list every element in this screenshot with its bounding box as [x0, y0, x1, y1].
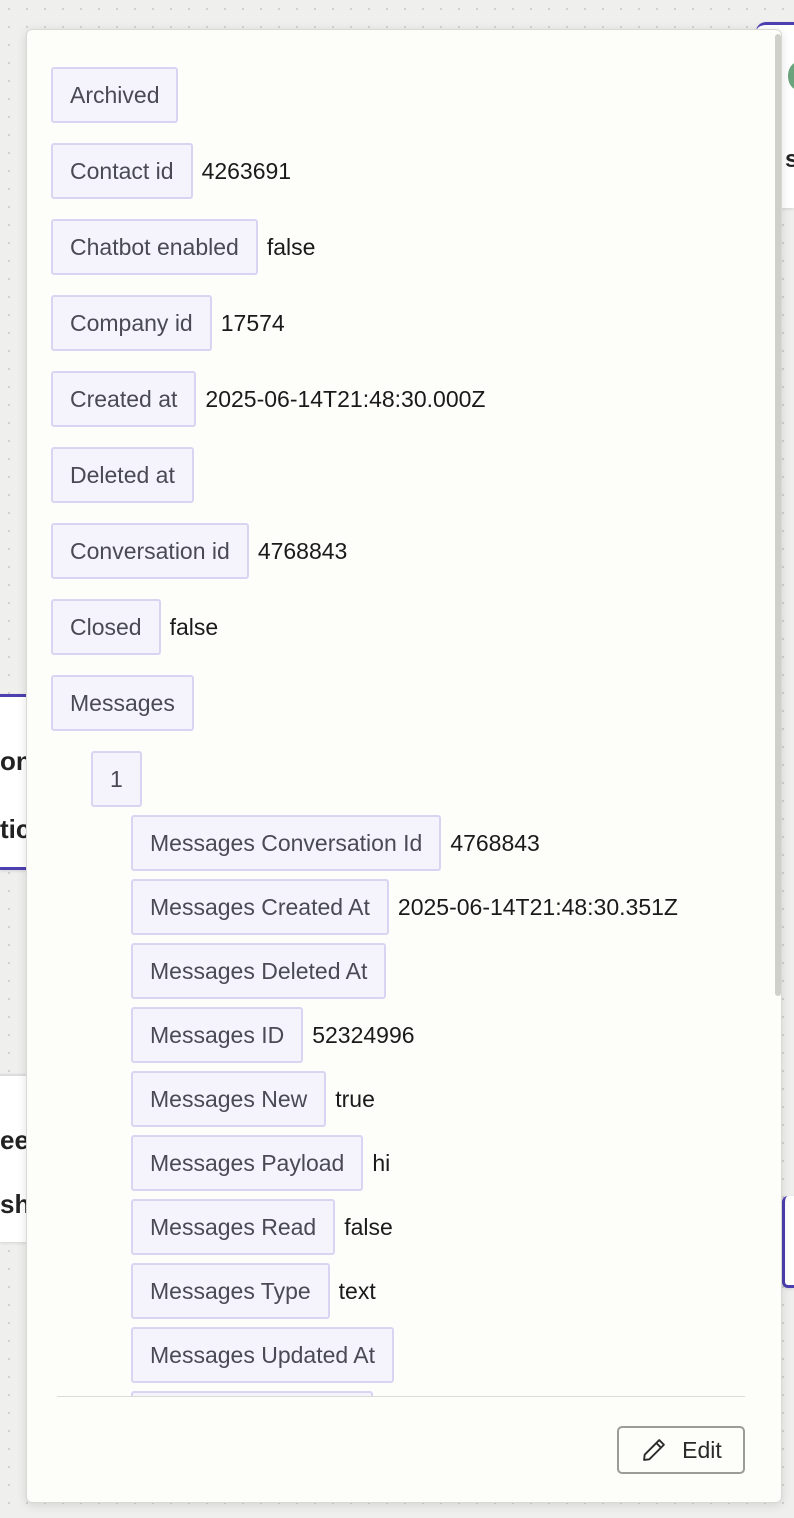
field-value: false: [344, 1213, 393, 1240]
field-value: 4768843: [257, 537, 348, 564]
field-value: 4263691: [201, 157, 292, 184]
field-row: Conversation id 4768843: [51, 523, 347, 579]
footer-divider: [57, 1396, 745, 1397]
field-row: Messages: [51, 675, 203, 731]
message-index-row: 1: [91, 751, 142, 807]
field-label: Messages Conversation Id: [131, 815, 442, 871]
field-label: Messages Type: [131, 1263, 330, 1319]
field-row: Company id 17574: [51, 295, 285, 351]
pencil-icon: [643, 1439, 666, 1461]
field-value: true: [335, 1085, 375, 1112]
message-field-row: Messages Read false: [131, 1199, 393, 1255]
field-row: Deleted at: [51, 447, 203, 503]
field-label: Messages Deleted At: [131, 943, 387, 999]
field-label: Messages ID: [131, 1007, 304, 1063]
background-node-text: s: [785, 146, 794, 173]
message-field-row: Messages Type text: [131, 1263, 376, 1319]
edit-button[interactable]: Edit: [617, 1426, 745, 1474]
field-value: false: [169, 613, 219, 640]
field-label: Messages Updated At: [131, 1327, 395, 1383]
message-field-row: Messages New true: [131, 1071, 375, 1127]
field-row: Contact id 4263691: [51, 143, 291, 199]
field-label: Conversation id: [51, 523, 249, 579]
field-row: Created at 2025-06-14T21:48:30.000Z: [51, 371, 485, 427]
field-label: Messages: [51, 675, 194, 731]
field-label: Archived: [51, 67, 179, 123]
field-label: Messages New: [131, 1071, 327, 1127]
message-field-row: Messages ID 52324996: [131, 1007, 415, 1063]
field-value: 52324996: [312, 1021, 415, 1048]
field-label: Closed: [51, 599, 161, 655]
message-field-row: Messages Payload hi: [131, 1135, 390, 1191]
field-value: 2025-06-14T21:48:30.351Z: [397, 893, 678, 920]
field-label: Company id: [51, 295, 212, 351]
background-node-right: [782, 1196, 794, 1288]
field-row: Chatbot enabled false: [51, 219, 315, 275]
message-index-label: 1: [91, 751, 142, 807]
message-field-row: Messages Updated At: [131, 1327, 403, 1383]
field-row: Closed false: [51, 599, 218, 655]
edit-button-label: Edit: [682, 1436, 722, 1463]
message-field-row: Messages Created At 2025-06-14T21:48:30.…: [131, 879, 678, 935]
message-field-row: Messages Deleted At: [131, 943, 395, 999]
field-value: hi: [372, 1149, 391, 1176]
field-value: 2025-06-14T21:48:30.000Z: [205, 385, 486, 412]
field-value: text: [338, 1277, 376, 1304]
field-row: Archived: [51, 67, 187, 123]
scrollbar-thumb[interactable]: [775, 34, 781, 996]
field-value: 17574: [220, 309, 285, 336]
field-label: Chatbot enabled: [51, 219, 258, 275]
field-label: Created at: [51, 371, 197, 427]
details-panel: Archived Contact id 4263691 Chatbot enab…: [26, 29, 782, 1503]
details-scroll-area[interactable]: Archived Contact id 4263691 Chatbot enab…: [27, 30, 773, 1396]
field-value: 4768843: [450, 829, 540, 856]
message-field-row: Messages Conversation Id 4768843: [131, 815, 540, 871]
field-label: Messages Payload: [131, 1135, 364, 1191]
field-value: false: [266, 233, 316, 260]
field-label: Messages Created At: [131, 879, 389, 935]
field-label: Contact id: [51, 143, 193, 199]
field-label: Deleted at: [51, 447, 194, 503]
field-label: Messages Read: [131, 1199, 336, 1255]
